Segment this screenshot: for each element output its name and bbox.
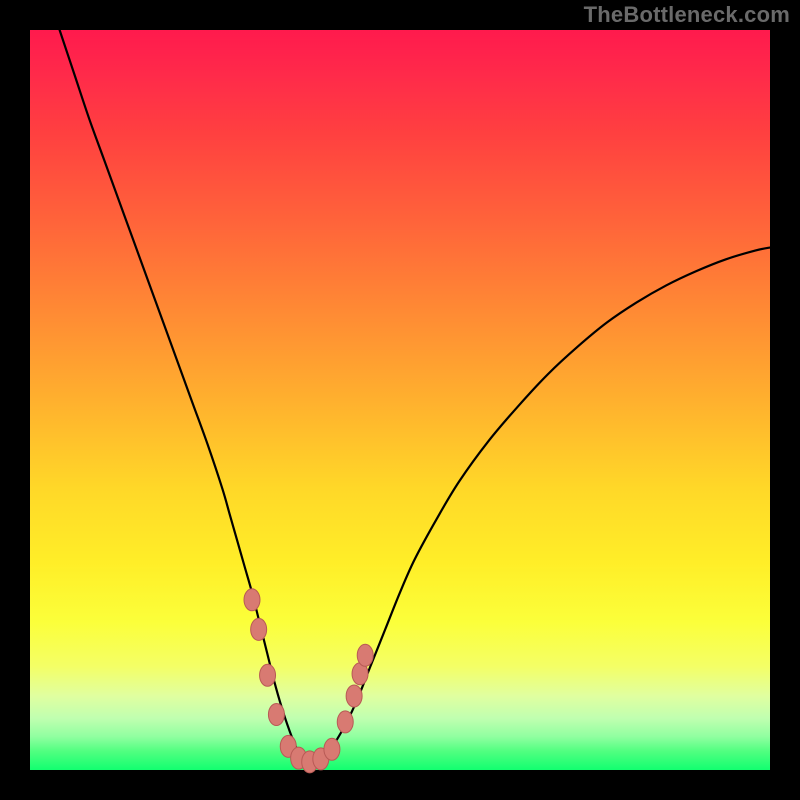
curve-marker bbox=[346, 685, 362, 707]
bottleneck-curve bbox=[60, 30, 770, 763]
curve-marker bbox=[324, 738, 340, 760]
curve-marker bbox=[260, 664, 276, 686]
watermark-label: TheBottleneck.com bbox=[584, 2, 790, 28]
curve-marker bbox=[337, 711, 353, 733]
curve-marker bbox=[357, 644, 373, 666]
chart-svg bbox=[30, 30, 770, 770]
curve-marker bbox=[244, 589, 260, 611]
chart-frame: TheBottleneck.com bbox=[0, 0, 800, 800]
curve-markers bbox=[244, 589, 373, 773]
curve-marker bbox=[251, 618, 267, 640]
curve-marker bbox=[268, 704, 284, 726]
chart-plot-area bbox=[30, 30, 770, 770]
